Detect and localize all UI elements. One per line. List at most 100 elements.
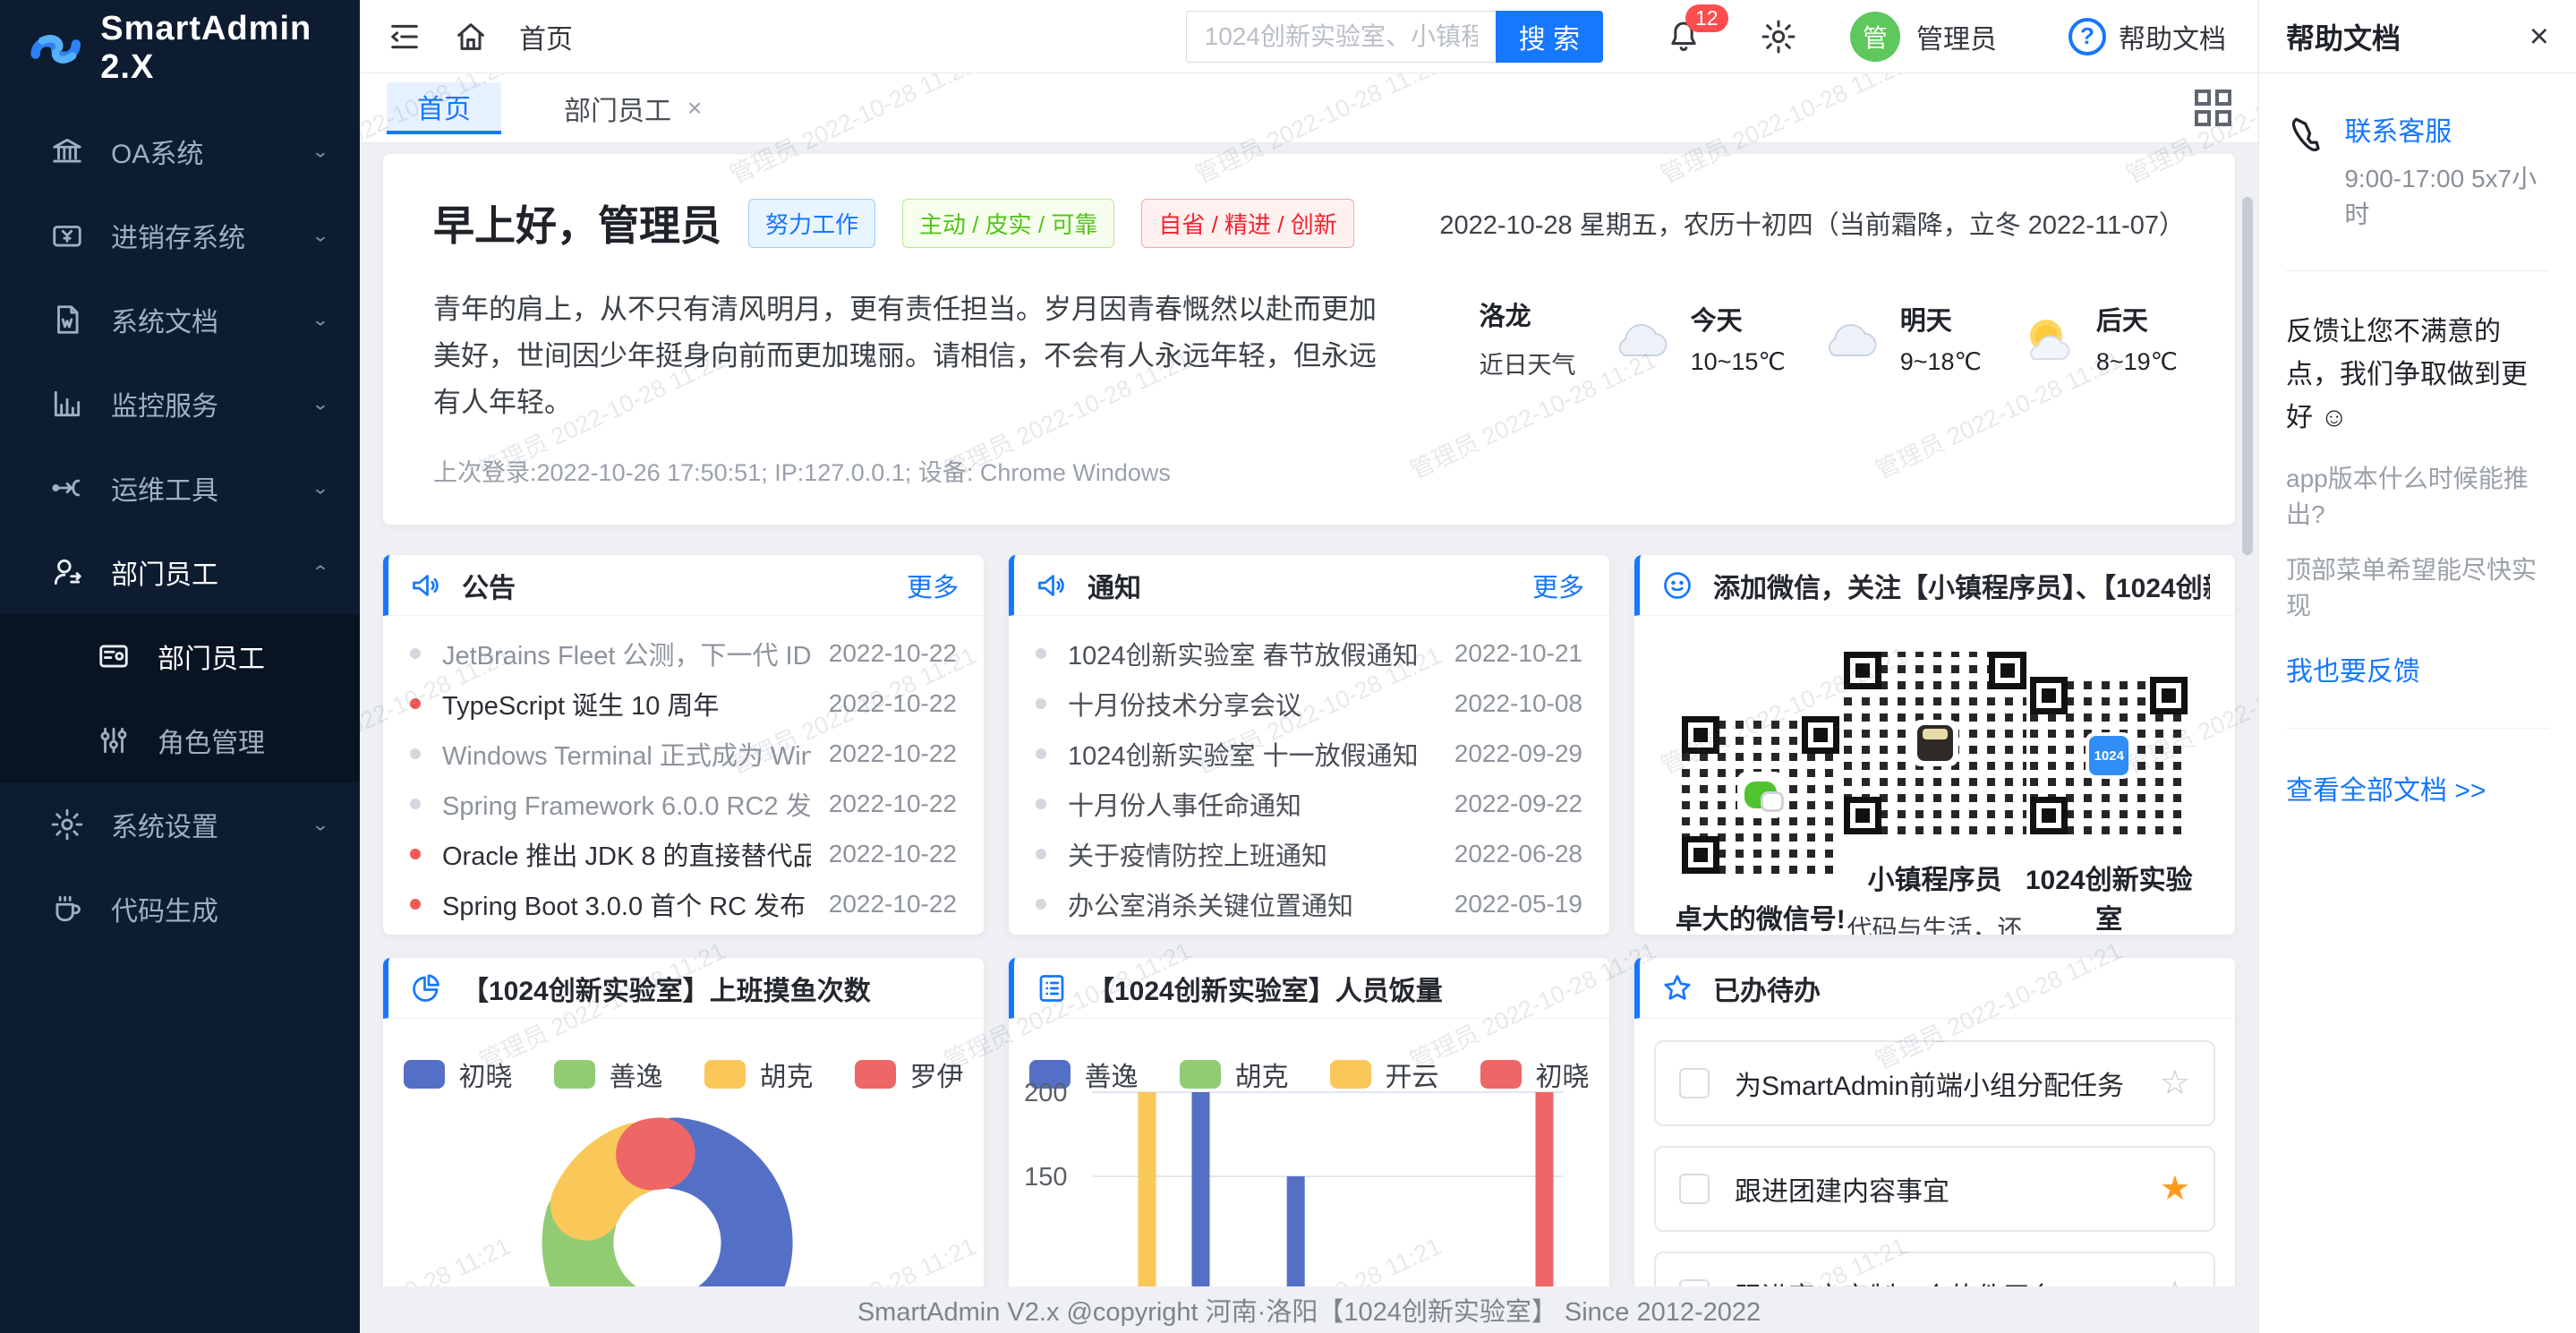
todo-checkbox[interactable]: [1679, 1279, 1710, 1286]
global-search: 搜 索: [1186, 11, 1603, 63]
more-link[interactable]: 更多: [907, 567, 959, 604]
sidebar-item-label: 运维工具: [111, 468, 311, 508]
notice-row[interactable]: 1024创新实验室 春节放假通知2022-10-21: [1016, 628, 1602, 679]
todo-card: 已办待办 为SmartAdmin前端小组分配任务 ☆ 跟进团建内容事宜 ★ 跟进…: [1634, 958, 2235, 1286]
feedback-item: app版本什么时候能推出?: [2286, 459, 2549, 531]
notice-card: 通知 更多 1024创新实验室 春节放假通知2022-10-21 十月份技术分享…: [1009, 555, 1609, 935]
tab-department-employee[interactable]: 部门员工 ×: [533, 82, 732, 134]
app-title: SmartAdmin 2.X: [100, 10, 360, 87]
announcement-row[interactable]: JetBrains Fleet 公测，下一代 IDE2022-10-22: [390, 628, 977, 679]
tab-layout-grid-icon[interactable]: [2195, 90, 2231, 126]
bar-开云: [1139, 1092, 1156, 1286]
sidebar-submenu: 部门员工 角色管理: [0, 614, 360, 782]
todo-item[interactable]: 跟进团建内容事宜 ★: [1654, 1146, 2215, 1232]
card-title: 添加微信，关注【小镇程序员】、【1024创新实验室】: [1713, 566, 2210, 605]
y-tick: 150: [1024, 1163, 1067, 1192]
support-hours: 9:00-17:00 5x7小时: [2344, 159, 2549, 231]
user-name[interactable]: 管理员: [1916, 17, 1997, 56]
todo-checkbox[interactable]: [1679, 1068, 1710, 1098]
feedback-intro: 反馈让您不满意的点，我们争取做到更好 ☺: [2286, 311, 2549, 440]
announcement-row[interactable]: Oracle 推出 JDK 8 的直接替代品2022-10-22: [390, 829, 977, 879]
notice-row[interactable]: 办公室消杀关键位置通知2022-05-19: [1016, 879, 1602, 929]
star-toggle-icon[interactable]: ☆: [2160, 1066, 2190, 1100]
sidebar-item-oa[interactable]: OA系统⌄: [0, 109, 360, 193]
donut-segment-罗伊: [652, 1153, 660, 1154]
menu-fold-icon[interactable]: [387, 19, 422, 55]
qr-item: 小镇程序员 代码与生活，还有钱途: [1847, 652, 2023, 935]
notice-row[interactable]: 十月份人事任命通知2022-09-22: [1016, 779, 1602, 829]
user-avatar[interactable]: 管: [1850, 12, 1900, 62]
code-gen-icon: [50, 892, 84, 926]
home-icon[interactable]: [453, 19, 489, 55]
announcement-row[interactable]: Spring Boot 3.0.0 首个 RC 发布2022-10-22: [390, 879, 977, 929]
card-title: 【1024创新实验室】上班摸鱼次数: [462, 969, 959, 1008]
sidebar-item-ops[interactable]: 运维工具⌄: [0, 446, 360, 530]
announcement-row[interactable]: Spring Framework 6.0.0 RC2 发布2022-10-22: [390, 779, 977, 829]
star-toggle-icon[interactable]: ★: [2160, 1172, 2190, 1206]
pie-chart-icon: [410, 972, 442, 1004]
todo-item[interactable]: 为SmartAdmin前端小组分配任务 ☆: [1654, 1040, 2215, 1126]
sidebar-item-settings[interactable]: 系统设置⌄: [0, 782, 360, 867]
sidebar-item-codegen[interactable]: 代码生成: [0, 867, 360, 951]
sidebar-item-erp[interactable]: 进销存系统⌄: [0, 193, 360, 278]
card-title: 已办待办: [1713, 969, 2210, 1008]
help-docs-button[interactable]: 帮助文档: [2119, 17, 2226, 56]
invoice-icon: [50, 218, 84, 252]
sidebar-item-label: OA系统: [111, 132, 311, 171]
tab-home[interactable]: 首页: [387, 82, 501, 134]
date-line: 2022-10-28 星期五，农历十初四（当前霜降，立冬 2022-11-07）: [1439, 204, 2185, 242]
notice-row[interactable]: 十月份技术分享会议2022-10-08: [1016, 679, 1602, 729]
sidebar-subitem-roles[interactable]: 角色管理: [0, 698, 360, 782]
notice-row[interactable]: 1024创新实验室 十一放假通知2022-09-29: [1016, 729, 1602, 779]
sidebar-item-employee[interactable]: 部门员工⌃: [0, 530, 360, 614]
sidebar-item-label: 系统文档: [111, 300, 311, 339]
cloudy-icon: [1607, 312, 1676, 364]
announcement-row[interactable]: TypeScript 诞生 10 周年2022-10-22: [390, 679, 977, 729]
role-icon: [97, 723, 131, 757]
qr-item: 1024 1024创新实验室 官方账号: [2023, 677, 2196, 935]
scrollbar-thumb[interactable]: [2242, 197, 2253, 555]
all-docs-link[interactable]: 查看全部文档 >>: [2286, 768, 2549, 807]
search-button[interactable]: 搜 索: [1496, 11, 1603, 63]
app-logo[interactable]: SmartAdmin 2.X: [0, 0, 360, 79]
feedback-item: 顶部菜单希望能尽快实现: [2286, 551, 2549, 622]
more-link[interactable]: 更多: [1532, 567, 1584, 604]
employee-icon: [50, 555, 84, 589]
ops-tools-icon: [50, 471, 84, 505]
notice-row[interactable]: 关于疫情防控上班通知2022-06-28: [1016, 829, 1602, 879]
contact-support-link[interactable]: 联系客服: [2344, 109, 2549, 149]
list-card-icon: [1036, 972, 1068, 1004]
todo-checkbox[interactable]: [1679, 1174, 1710, 1204]
person-avatar-logo: [1912, 720, 1958, 766]
sidebar-item-label: 进销存系统: [111, 216, 311, 255]
sidebar-subitem-employee[interactable]: 部门员工: [0, 614, 360, 698]
sidebar-item-label: 监控服务: [111, 384, 311, 423]
breadcrumb[interactable]: 首页: [519, 17, 573, 56]
weather-tomorrow: 明天 9~18℃: [1816, 300, 1982, 376]
feedback-link[interactable]: 我也要反馈: [2286, 649, 2549, 688]
greeting-title: 早上好，管理员: [433, 193, 721, 252]
wechat-logo: [1737, 772, 1784, 818]
tab-close-icon[interactable]: ×: [687, 94, 702, 123]
announcement-row[interactable]: Windows Terminal 正式成为 Win...2022-10-22: [390, 729, 977, 779]
close-icon[interactable]: ×: [2529, 20, 2549, 54]
sidebar-item-docs[interactable]: 系统文档⌄: [0, 278, 360, 362]
help-question-icon[interactable]: ?: [2068, 18, 2106, 56]
todo-item[interactable]: 跟进客户定制一个软件平台 ☆: [1654, 1252, 2215, 1286]
daily-quote: 青年的肩上，从不只有清风明月，更有责任担当。岁月因青春慨然以赴而更加美好，世间因…: [433, 286, 1382, 426]
bar-善逸: [1287, 1176, 1305, 1286]
star-toggle-icon[interactable]: ☆: [2160, 1277, 2190, 1286]
settings-gear-icon: [50, 807, 84, 842]
search-input[interactable]: [1186, 11, 1496, 63]
notification-bell[interactable]: 12: [1666, 19, 1702, 55]
copyright-text: SmartAdmin V2.x @copyright 河南·洛阳【1024创新实…: [857, 1291, 1761, 1329]
settings-button[interactable]: [1761, 19, 1796, 55]
greeting-card: 早上好，管理员 努力工作 主动 / 皮实 / 可靠 自省 / 精进 / 创新 2…: [383, 154, 2235, 525]
main-scrollbar[interactable]: [2242, 143, 2253, 1333]
sidebar-item-label: 系统设置: [111, 805, 311, 844]
sidebar-item-label: 部门员工: [111, 552, 311, 592]
lab-1024-logo: 1024: [2086, 732, 2132, 779]
help-docs-panel: 帮助文档 × 联系客服 9:00-17:00 5x7小时 反馈让您不满意的点，我…: [2258, 0, 2576, 1333]
sidebar-item-monitor[interactable]: 监控服务⌄: [0, 362, 360, 446]
contact-support: 联系客服 9:00-17:00 5x7小时: [2286, 109, 2549, 231]
